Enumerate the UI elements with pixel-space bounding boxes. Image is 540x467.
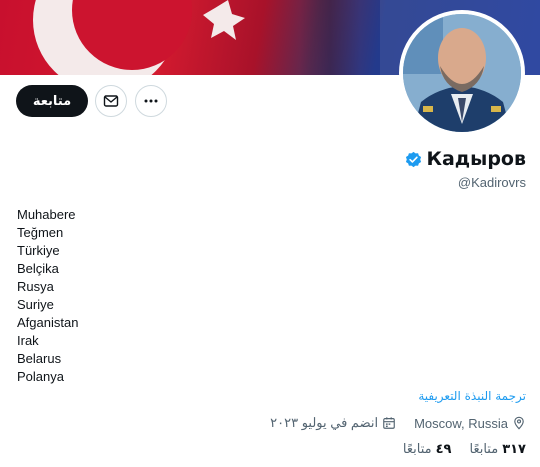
location-text: Moscow, Russia <box>414 415 508 431</box>
followers-count: ٣١٧ <box>502 442 526 457</box>
bio-line: Rusya <box>17 279 54 294</box>
joined-text: انضم في يوليو ٢٠٢٣ <box>270 415 379 430</box>
avatar-photo <box>403 14 521 132</box>
following-link[interactable]: ٤٩ متابعًا <box>403 442 452 457</box>
verified-badge-icon <box>406 151 422 167</box>
bio-line: Suriye <box>17 297 54 312</box>
mail-icon <box>103 95 119 107</box>
avatar[interactable] <box>399 10 525 136</box>
location: Moscow, Russia <box>414 416 526 431</box>
bio-line: Türkiye <box>17 243 60 258</box>
followers-label: متابعًا <box>469 442 499 457</box>
calendar-icon <box>383 417 395 429</box>
profile-handle: @Kadirovrs <box>457 175 526 190</box>
following-label: متابعًا <box>402 442 432 457</box>
bio-line: Belçika <box>17 261 59 276</box>
profile-stats: ٤٩ متابعًا ٣١٧ متابعًا <box>403 442 526 457</box>
profile-name-row: Кадыров <box>405 148 526 170</box>
follow-button[interactable]: متابعة <box>16 85 88 117</box>
profile-meta: Moscow, Russia انضم في يوليو ٢٠٢٣ <box>270 415 526 431</box>
bio-line: Afganistan <box>17 315 79 330</box>
message-button[interactable] <box>95 85 127 117</box>
followers-link[interactable]: ٣١٧ متابعًا <box>469 442 526 457</box>
following-count: ٤٩ <box>435 442 452 457</box>
translate-bio-link[interactable]: ترجمة النبذة التعريفية <box>418 389 526 403</box>
bio-line: Muhabere <box>17 207 76 222</box>
bio-line: Belarus <box>17 351 62 366</box>
profile-bio: Muhabere Teğmen Türkiye Belçika Rusya Su… <box>17 206 78 386</box>
more-button[interactable] <box>135 85 167 117</box>
bio-line: Polanya <box>17 369 64 384</box>
bio-line: Irak <box>17 333 39 348</box>
display-name: Кадыров <box>426 148 526 170</box>
more-icon <box>144 99 158 103</box>
joined-date: انضم في يوليو ٢٠٢٣ <box>270 415 396 431</box>
bio-line: Teğmen <box>17 225 64 240</box>
location-pin-icon <box>514 416 524 430</box>
